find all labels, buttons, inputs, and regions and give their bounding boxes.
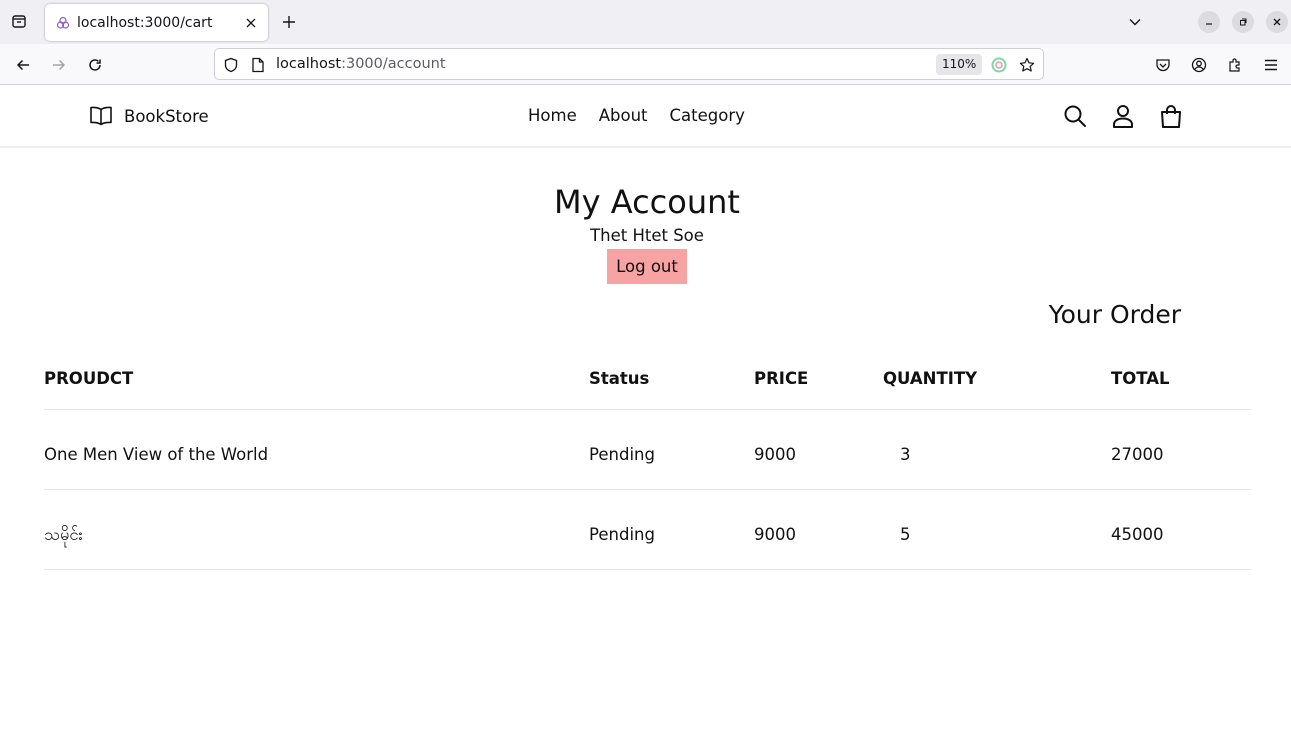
hamburger-menu-icon[interactable] (1259, 53, 1283, 77)
new-tab-icon[interactable] (278, 11, 300, 33)
close-window-icon[interactable] (1266, 11, 1288, 33)
firefox-view-icon[interactable] (8, 10, 30, 32)
close-tab-icon[interactable] (240, 12, 262, 34)
order-quantity: 3 (900, 445, 911, 464)
user-icon[interactable] (1110, 103, 1136, 129)
extension-colorful-icon[interactable] (990, 56, 1008, 74)
page-title: My Account (554, 183, 740, 221)
forward-arrow-icon[interactable] (47, 53, 71, 77)
back-arrow-icon[interactable] (11, 53, 35, 77)
zoom-level-badge[interactable]: 110% (936, 54, 983, 75)
header-price: PRICE (754, 369, 809, 388)
order-status: Pending (589, 445, 655, 464)
open-book-icon (90, 106, 112, 126)
header-product: PROUDCT (44, 369, 134, 388)
url-path: :3000/account (341, 56, 446, 72)
bookmark-star-icon[interactable] (1018, 56, 1036, 74)
browser-nav-bar: localhost:3000/account 110% (0, 44, 1291, 85)
site-header: BookStore Home About Category (0, 86, 1291, 148)
order-total: 27000 (1111, 445, 1164, 464)
orders-table: PROUDCT Status PRICE QUANTITY TOTAL One … (44, 355, 1251, 570)
orders-heading: Your Order (1048, 300, 1181, 329)
brand-name: BookStore (124, 106, 209, 126)
order-total: 45000 (1111, 525, 1164, 544)
restore-window-icon[interactable] (1232, 11, 1254, 33)
site-favicon-icon (55, 15, 71, 31)
brand-logo[interactable]: BookStore (89, 105, 209, 127)
header-total: TOTAL (1111, 369, 1170, 388)
order-product: သမိုင်း (44, 525, 83, 544)
order-quantity: 5 (900, 525, 911, 544)
header-quantity: QUANTITY (883, 369, 978, 388)
page-icon[interactable] (249, 56, 267, 74)
browser-tab-bar: localhost:3000/cart (0, 0, 1291, 44)
order-price: 9000 (754, 525, 796, 544)
minimize-window-icon[interactable] (1198, 11, 1220, 33)
nav-link-about[interactable]: About (599, 106, 648, 125)
order-product: One Men View of the World (44, 445, 269, 464)
chevron-down-icon[interactable] (1124, 11, 1146, 33)
nav-link-home[interactable]: Home (528, 106, 577, 125)
table-header-row: PROUDCT Status PRICE QUANTITY TOTAL (44, 355, 1251, 410)
browser-tab-title: localhost:3000/cart (77, 14, 213, 31)
order-status: Pending (589, 525, 655, 544)
browser-tab-active[interactable]: localhost:3000/cart (45, 4, 268, 41)
logout-button[interactable]: Log out (607, 249, 687, 284)
account-circle-icon[interactable] (1187, 53, 1211, 77)
pocket-icon[interactable] (1151, 53, 1175, 77)
table-row: သမိုင်း Pending 9000 5 45000 (44, 490, 1251, 570)
url-text[interactable]: localhost:3000/account (276, 56, 446, 72)
nav-link-category[interactable]: Category (670, 106, 745, 125)
order-price: 9000 (754, 445, 796, 464)
header-status: Status (589, 369, 650, 388)
shopping-bag-icon[interactable] (1158, 103, 1184, 129)
reload-icon[interactable] (83, 53, 107, 77)
main-nav: Home About Category (528, 106, 767, 125)
search-icon[interactable] (1062, 103, 1088, 129)
url-host: localhost (276, 56, 342, 72)
shield-icon[interactable] (222, 56, 240, 74)
table-row: One Men View of the World Pending 9000 3… (44, 410, 1251, 490)
account-user-name: Thet Htet Soe (590, 226, 704, 245)
extensions-puzzle-icon[interactable] (1223, 53, 1247, 77)
url-bar[interactable]: localhost:3000/account 110% (214, 48, 1044, 80)
